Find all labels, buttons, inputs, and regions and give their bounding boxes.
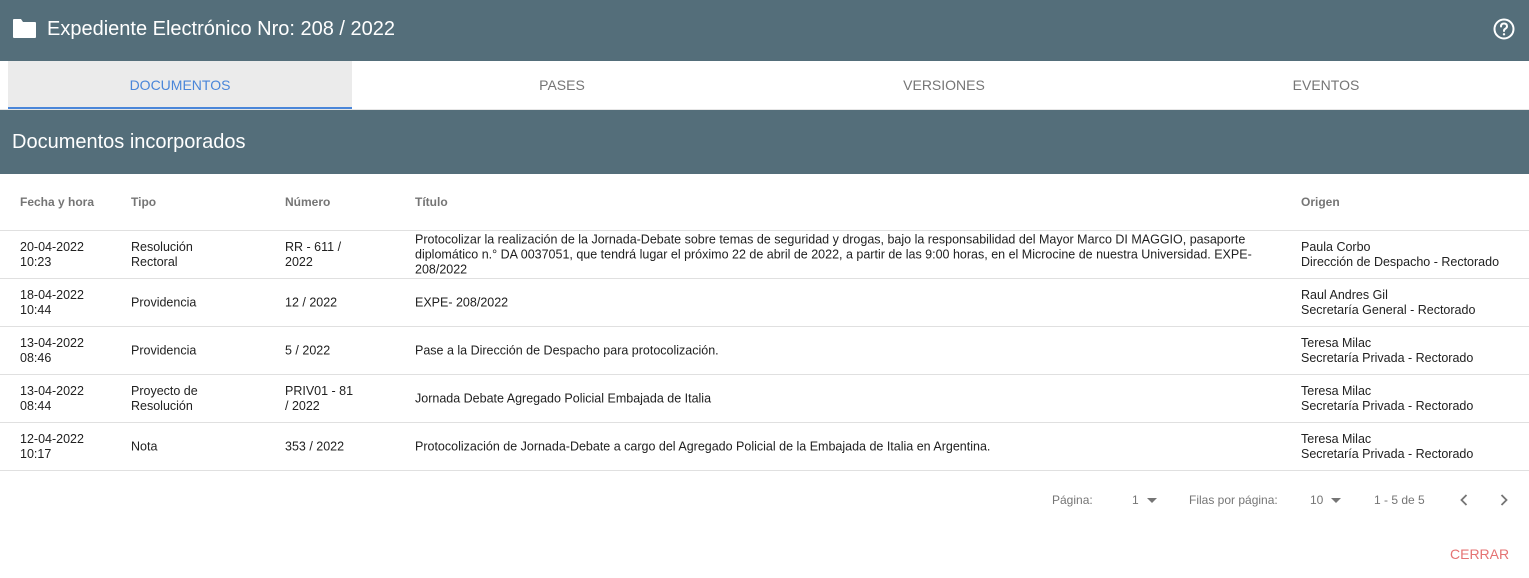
cell-numero: RR - 611 /2022 <box>285 240 375 270</box>
rows-per-page-value: 10 <box>1310 493 1324 507</box>
origen-persona: Raul Andres Gil <box>1301 287 1388 302</box>
cell-titulo: Pase a la Dirección de Despacho para pro… <box>415 343 719 357</box>
numero-text: 12 / 2022 <box>285 295 338 309</box>
numero-text: 353 / 2022 <box>285 439 345 453</box>
rows-per-page-select[interactable]: 10 <box>1310 493 1342 507</box>
app-header: Expediente Electrónico Nro: 208 / 2022 <box>0 0 1529 61</box>
cell-origen: Teresa Milac Secretaría Privada - Rectora… <box>1301 432 1526 462</box>
cell-fecha: 12-04-2022 10:17 <box>20 432 115 462</box>
cell-tipo: Resolución Rectoral <box>131 240 271 270</box>
origen-persona: Teresa Milac <box>1301 383 1372 398</box>
rows-per-page-label: Filas por página: <box>1189 493 1278 507</box>
origen-persona: Teresa Milac <box>1301 335 1372 350</box>
fecha-text: 18-04-2022 <box>20 287 84 302</box>
cell-numero: 5 / 2022 <box>285 343 375 358</box>
cell-titulo: Protocolización de Jornada-Debate a carg… <box>415 439 991 453</box>
close-button[interactable]: CERRAR <box>1450 546 1509 562</box>
origen-persona: Teresa Milac <box>1301 431 1372 446</box>
tab-pases[interactable]: PASES <box>390 61 734 109</box>
column-header-tipo[interactable]: Tipo <box>131 195 156 209</box>
section-title: Documentos incorporados <box>12 131 246 153</box>
origen-area: Secretaría Privada - Rectorado <box>1301 350 1474 365</box>
table-row[interactable]: 18-04-2022 10:44 Providencia 12 / 2022 EX… <box>0 279 1529 327</box>
column-header-fecha[interactable]: Fecha y hora <box>20 195 94 209</box>
help-circle-icon[interactable] <box>1493 18 1515 40</box>
origen-area: Secretaría Privada - Rectorado <box>1301 398 1474 413</box>
tipo-text: Proyecto de <box>131 383 198 398</box>
cell-numero: PRIV01 - 81/ 2022 <box>285 384 375 414</box>
table-row[interactable]: 20-04-2022 10:23 Resolución Rectoral RR - … <box>0 231 1529 279</box>
tab-bar: DOCUMENTOS PASES VERSIONES EVENTOS <box>0 61 1529 110</box>
tab-documentos[interactable]: DOCUMENTOS <box>8 61 352 109</box>
hora-text: 10:23 <box>20 254 52 269</box>
tipo-text: Resolución <box>131 239 193 254</box>
cell-fecha: 18-04-2022 10:44 <box>20 288 115 318</box>
cell-origen: Raul Andres Gil Secretaría General - Rect… <box>1301 288 1526 318</box>
cell-tipo: Providencia <box>131 295 271 310</box>
page-range: 1 - 5 de 5 <box>1374 493 1425 507</box>
dropdown-arrow-icon <box>1331 498 1342 504</box>
fecha-text: 12-04-2022 <box>20 431 84 446</box>
numero-text-2: / 2022 <box>285 398 320 413</box>
cell-tipo: Proyecto de Resolución <box>131 384 271 414</box>
tipo-text-2: Resolución <box>131 398 193 413</box>
cell-origen: Teresa Milac Secretaría Privada - Rectora… <box>1301 384 1526 414</box>
tab-eventos[interactable]: EVENTOS <box>1154 61 1498 109</box>
numero-text: PRIV01 - 81 <box>285 383 354 398</box>
page-label: Página: <box>1052 493 1093 507</box>
page-title: Expediente Electrónico Nro: 208 / 2022 <box>47 18 395 40</box>
numero-text: RR - 611 / <box>285 239 342 254</box>
tipo-text: Providencia <box>131 343 197 357</box>
origen-area: Dirección de Despacho - Rectorado <box>1301 254 1500 269</box>
hora-text: 08:44 <box>20 398 52 413</box>
tipo-text: Nota <box>131 439 158 453</box>
origen-area: Secretaría Privada - Rectorado <box>1301 446 1474 461</box>
table-row[interactable]: 12-04-2022 10:17 Nota 353 / 2022 Protocol… <box>0 423 1529 471</box>
cell-numero: 12 / 2022 <box>285 295 375 310</box>
cell-titulo: Jornada Debate Agregado Policial Embajad… <box>415 391 712 405</box>
tab-versiones[interactable]: VERSIONES <box>772 61 1116 109</box>
hora-text: 08:46 <box>20 350 52 365</box>
table-header: Fecha y hora Tipo Número Título Origen <box>0 174 1529 231</box>
numero-text-2: 2022 <box>285 254 313 269</box>
cell-origen: Teresa Milac Secretaría Privada - Rectora… <box>1301 336 1526 366</box>
page-value: 1 <box>1132 493 1139 507</box>
cell-numero: 353 / 2022 <box>285 439 375 454</box>
hora-text: 10:17 <box>20 446 52 461</box>
cell-titulo: Protocolizar la realización de la Jornad… <box>415 232 1252 276</box>
documents-table: Fecha y hora Tipo Número Título Origen 2… <box>0 174 1529 471</box>
column-header-titulo[interactable]: Título <box>415 195 448 209</box>
chevron-right-icon[interactable] <box>1494 490 1514 510</box>
pagination: Página: 1 Filas por página: 10 1 - 5 de … <box>0 480 1529 520</box>
numero-text: 5 / 2022 <box>285 343 331 357</box>
folder-icon <box>13 19 36 38</box>
page-select[interactable]: 1 <box>1132 493 1157 507</box>
fecha-text: 13-04-2022 <box>20 335 84 350</box>
fecha-text: 13-04-2022 <box>20 383 84 398</box>
column-header-numero[interactable]: Número <box>285 195 330 209</box>
cell-fecha: 13-04-2022 08:44 <box>20 384 115 414</box>
table-row[interactable]: 13-04-2022 08:46 Providencia 5 / 2022 Pas… <box>0 327 1529 375</box>
dropdown-arrow-icon <box>1146 498 1157 504</box>
origen-area: Secretaría General - Rectorado <box>1301 302 1476 317</box>
cell-origen: Paula Corbo Dirección de Despacho - Recto… <box>1301 240 1526 270</box>
tipo-text: Providencia <box>131 295 197 309</box>
column-header-origen[interactable]: Origen <box>1301 195 1340 209</box>
cell-fecha: 20-04-2022 10:23 <box>20 240 115 270</box>
origen-persona: Paula Corbo <box>1301 239 1371 254</box>
fecha-text: 20-04-2022 <box>20 239 84 254</box>
table-row[interactable]: 13-04-2022 08:44 Proyecto de Resolución PR… <box>0 375 1529 423</box>
section-header: Documentos incorporados <box>0 110 1529 174</box>
cell-fecha: 13-04-2022 08:46 <box>20 336 115 366</box>
tipo-text-2: Rectoral <box>131 254 178 269</box>
cell-titulo: EXPE- 208/2022 <box>415 295 509 309</box>
cell-tipo: Nota <box>131 439 271 454</box>
cell-tipo: Providencia <box>131 343 271 358</box>
hora-text: 10:44 <box>20 302 52 317</box>
chevron-left-icon[interactable] <box>1454 490 1474 510</box>
